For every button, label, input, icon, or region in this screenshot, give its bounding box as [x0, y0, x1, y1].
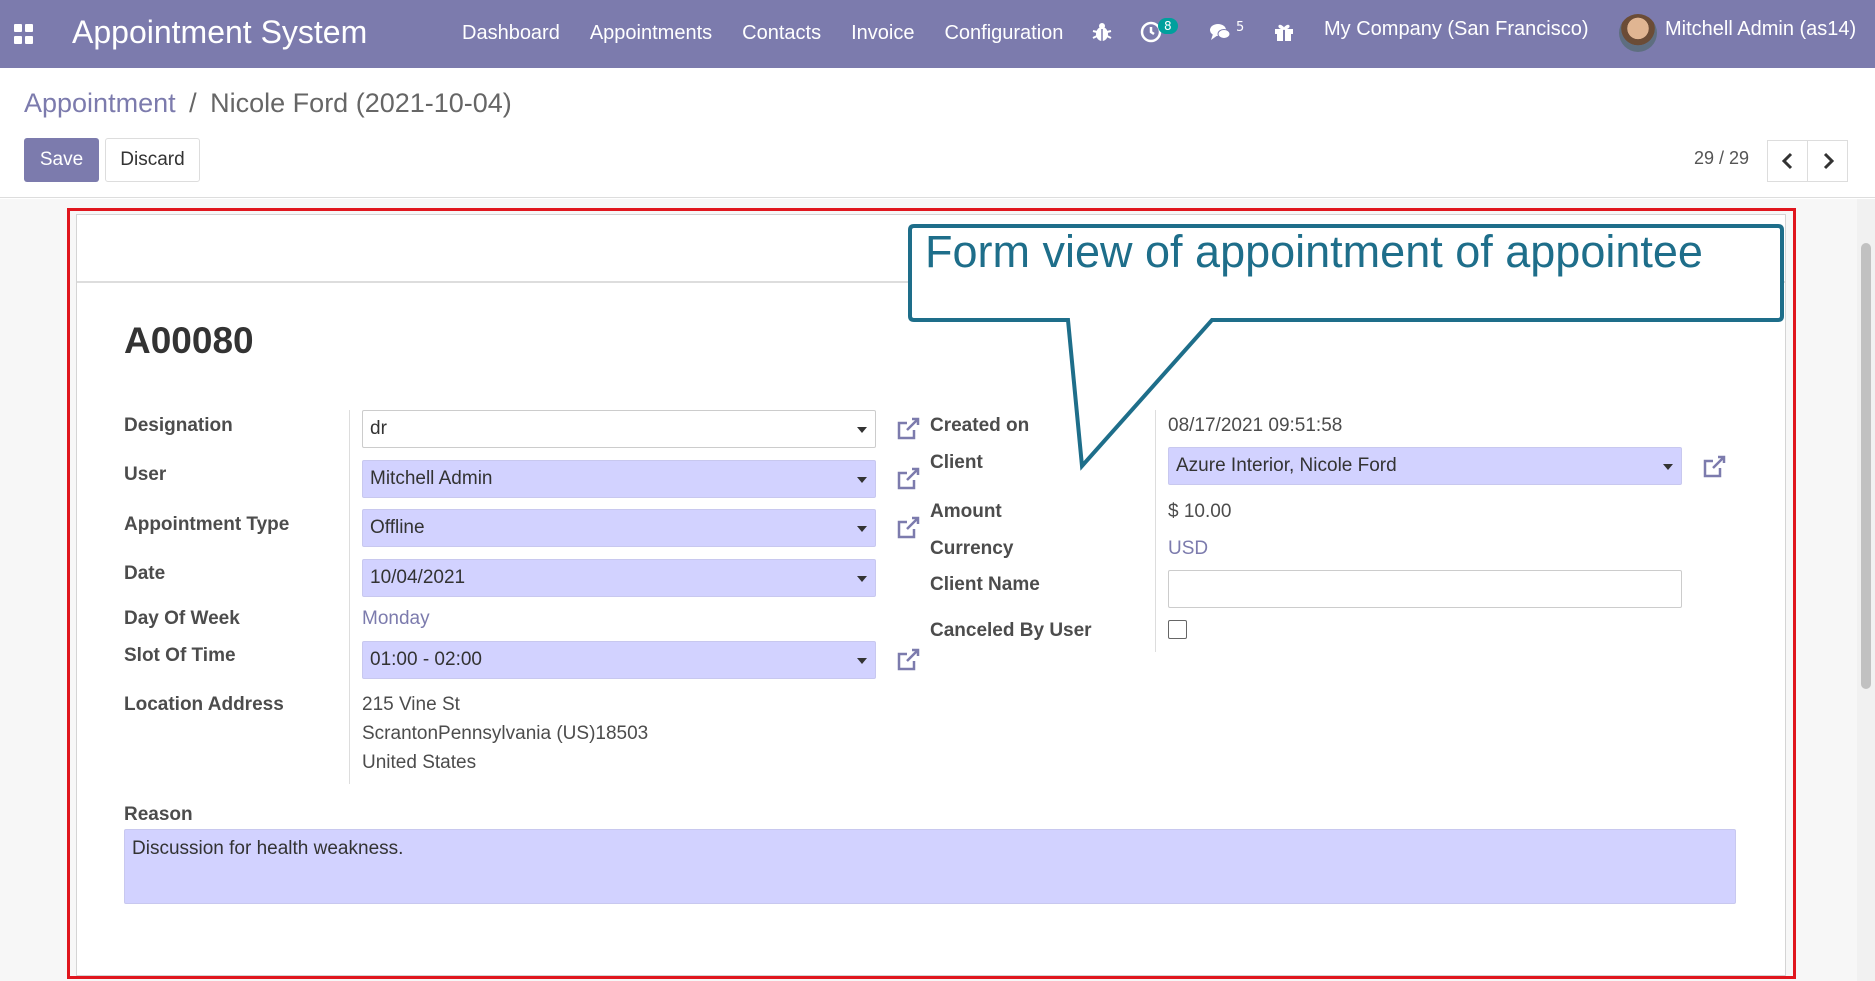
designation-select[interactable]: dr — [362, 410, 876, 448]
appointment-type-label: Appointment Type — [124, 514, 290, 535]
location-label: Location Address — [124, 694, 284, 715]
user-label: User — [124, 464, 167, 485]
chat-icon[interactable] — [1208, 20, 1232, 44]
designation-value: dr — [370, 418, 387, 439]
breadcrumb-current: Nicole Ford (2021-10-04) — [210, 88, 512, 118]
location-line-2: ScrantonPennsylvania (US)18503 — [362, 723, 649, 744]
scrollbar-thumb[interactable] — [1861, 243, 1871, 689]
breadcrumb: Appointment / Nicole Ford (2021-10-04) — [24, 88, 512, 119]
pager-value[interactable]: 29 / 29 — [1694, 148, 1749, 169]
date-label: Date — [124, 563, 166, 584]
save-button[interactable]: Save — [24, 138, 99, 182]
chevron-down-icon — [857, 658, 867, 664]
location-line-1: 215 Vine St — [362, 694, 460, 715]
pager-next-button[interactable] — [1807, 140, 1848, 182]
company-switcher[interactable]: My Company (San Francisco) — [1324, 18, 1589, 41]
user-value: Mitchell Admin — [370, 468, 493, 489]
annotation-text: Form view of appointment of appointee — [925, 226, 1703, 277]
menu-configuration[interactable]: Configuration — [944, 22, 1063, 45]
appointment-type-select[interactable]: Offline — [362, 509, 876, 547]
chevron-down-icon — [857, 427, 867, 433]
appointment-type-value: Offline — [370, 517, 425, 538]
day-of-week-value: Monday — [362, 608, 430, 629]
slot-label: Slot Of Time — [124, 645, 236, 666]
activity-badge: 8 — [1158, 18, 1178, 34]
main-menu: Dashboard Appointments Contacts Invoice … — [462, 22, 1063, 45]
app-brand[interactable]: Appointment System — [72, 14, 367, 51]
reason-label: Reason — [124, 804, 193, 825]
breadcrumb-parent[interactable]: Appointment — [24, 88, 176, 118]
user-select[interactable]: Mitchell Admin — [362, 460, 876, 498]
amount-label: Amount — [930, 501, 1002, 522]
top-navbar: Appointment System Dashboard Appointment… — [0, 0, 1875, 68]
canceled-by-user-checkbox[interactable] — [1168, 620, 1187, 639]
scrollbar[interactable] — [1857, 199, 1875, 981]
currency-label: Currency — [930, 538, 1014, 559]
avatar[interactable] — [1619, 14, 1657, 52]
menu-contacts[interactable]: Contacts — [742, 22, 821, 45]
chevron-down-icon — [857, 477, 867, 483]
column-separator — [349, 410, 350, 784]
menu-appointments[interactable]: Appointments — [590, 22, 712, 45]
external-link-icon[interactable] — [894, 514, 922, 542]
reason-textarea[interactable]: Discussion for health weakness. — [124, 829, 1736, 904]
client-name-input[interactable] — [1168, 570, 1682, 608]
client-name-label: Client Name — [930, 574, 1040, 595]
pager-previous-button[interactable] — [1767, 140, 1808, 182]
bug-icon[interactable] — [1090, 20, 1114, 44]
gift-icon[interactable] — [1272, 20, 1296, 44]
canceled-by-user-label: Canceled By User — [930, 620, 1092, 641]
slot-select[interactable]: 01:00 - 02:00 — [362, 641, 876, 679]
record-name: A00080 — [124, 320, 254, 361]
menu-dashboard[interactable]: Dashboard — [462, 22, 560, 45]
chevron-left-icon — [1781, 152, 1792, 170]
location-line-3: United States — [362, 752, 477, 773]
breadcrumb-separator: / — [189, 88, 197, 118]
messages-count: 5 — [1236, 20, 1245, 35]
currency-value[interactable]: USD — [1168, 538, 1208, 560]
chevron-right-icon — [1823, 152, 1834, 170]
user-menu[interactable]: Mitchell Admin (as14) — [1665, 18, 1856, 41]
control-panel: Appointment / Nicole Ford (2021-10-04) S… — [0, 68, 1875, 198]
external-link-icon[interactable] — [894, 646, 922, 674]
apps-icon[interactable] — [14, 24, 34, 44]
designation-label: Designation — [124, 415, 233, 436]
date-field[interactable]: 10/04/2021 — [362, 559, 876, 597]
amount-value: $ 10.00 — [1168, 501, 1232, 522]
day-of-week-label: Day Of Week — [124, 608, 240, 629]
chevron-down-icon — [857, 576, 867, 582]
date-value: 10/04/2021 — [370, 567, 466, 588]
discard-button[interactable]: Discard — [105, 138, 200, 182]
chevron-down-icon — [857, 526, 867, 532]
menu-invoice[interactable]: Invoice — [851, 22, 914, 45]
slot-value: 01:00 - 02:00 — [370, 649, 482, 670]
